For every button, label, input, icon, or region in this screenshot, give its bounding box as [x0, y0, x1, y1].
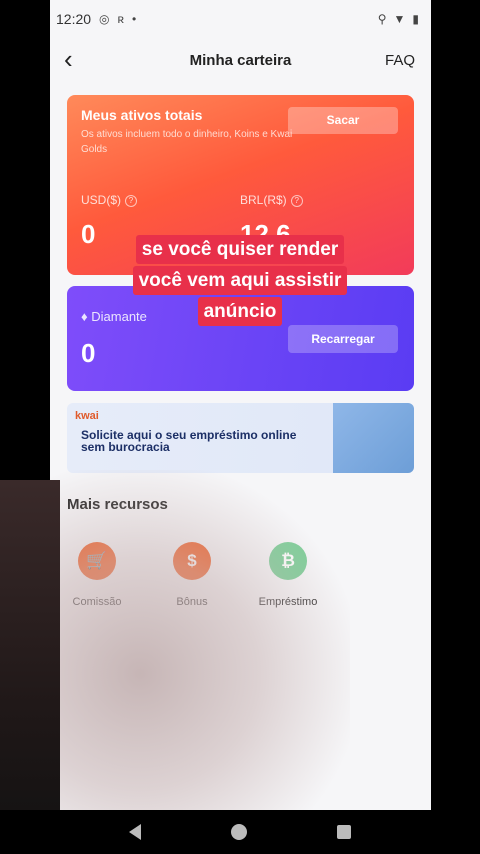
brl-label-text: BRL(R$) — [240, 193, 287, 207]
usd-label-text: USD($) — [81, 193, 122, 207]
bonus-label: Bônus — [176, 596, 208, 608]
diamond-label: ♦ Diamante — [81, 309, 147, 324]
diamond-icon: ♦ — [81, 309, 92, 324]
diamond-card: ♦ Diamante 0 Recarregar — [67, 286, 414, 391]
banner-text: Solicite aqui o seu empréstimo online se… — [81, 428, 297, 454]
usd-value: 0 — [81, 219, 96, 249]
more-resources-title: Mais recursos — [67, 496, 168, 513]
loan-banner[interactable]: kwai Solicite aqui o seu empréstimo onli… — [67, 403, 414, 473]
commission-item[interactable]: 🛒 Comissão — [52, 542, 142, 608]
help-icon[interactable]: ? — [290, 194, 303, 207]
brl-value: 12,6 — [240, 219, 291, 249]
diamond-label-text: Diamante — [91, 309, 147, 324]
usd-label: USD($)? — [81, 193, 138, 207]
notification-icon: ʀ — [117, 12, 125, 26]
nav-back-icon[interactable] — [129, 824, 141, 840]
money-hand-image — [333, 403, 414, 473]
dot-icon: • — [132, 12, 137, 26]
nav-recents-icon[interactable] — [337, 825, 351, 839]
app-screen: 12:20 ◎ ʀ • ⚲ ▼ ▮ ‹ Minha carteira FAQ M… — [50, 0, 431, 810]
loan-label: Empréstimo — [258, 596, 318, 608]
whatsapp-icon: ◎ — [99, 12, 110, 26]
faq-link[interactable]: FAQ — [385, 52, 415, 69]
brl-label: BRL(R$)? — [240, 193, 303, 207]
system-nav-bar — [0, 810, 480, 854]
total-assets-card: Meus ativos totais Os ativos incluem tod… — [67, 95, 414, 275]
battery-icon: ▮ — [412, 12, 419, 26]
person-overlay — [0, 480, 60, 854]
assets-description: Os ativos incluem todo o dinheiro, Koins… — [81, 129, 293, 155]
help-icon[interactable]: ? — [125, 194, 138, 207]
wifi-icon: ▼ — [393, 12, 406, 26]
withdraw-button[interactable]: Sacar — [288, 107, 398, 134]
money-bag-icon: $ — [173, 542, 211, 580]
hand-overlay — [50, 470, 350, 810]
page-title: Minha carteira — [189, 52, 292, 69]
assets-title: Meus ativos totais — [81, 107, 203, 123]
status-bar: 12:20 ◎ ʀ • ⚲ ▼ ▮ — [50, 0, 431, 38]
location-icon: ⚲ — [377, 12, 387, 26]
commission-label: Comissão — [72, 596, 122, 608]
nav-home-icon[interactable] — [231, 824, 247, 840]
status-time: 12:20 — [56, 11, 92, 27]
kwai-logo: kwai — [75, 410, 99, 422]
bonus-item[interactable]: $ Bônus — [147, 542, 237, 608]
loan-item[interactable]: ₿ Empréstimo — [243, 542, 333, 608]
recharge-button[interactable]: Recarregar — [288, 325, 398, 353]
cart-icon: 🛒 — [78, 542, 116, 580]
header: ‹ Minha carteira FAQ — [50, 40, 431, 80]
cash-icon: ₿ — [269, 542, 307, 580]
diamond-value: 0 — [81, 338, 96, 368]
